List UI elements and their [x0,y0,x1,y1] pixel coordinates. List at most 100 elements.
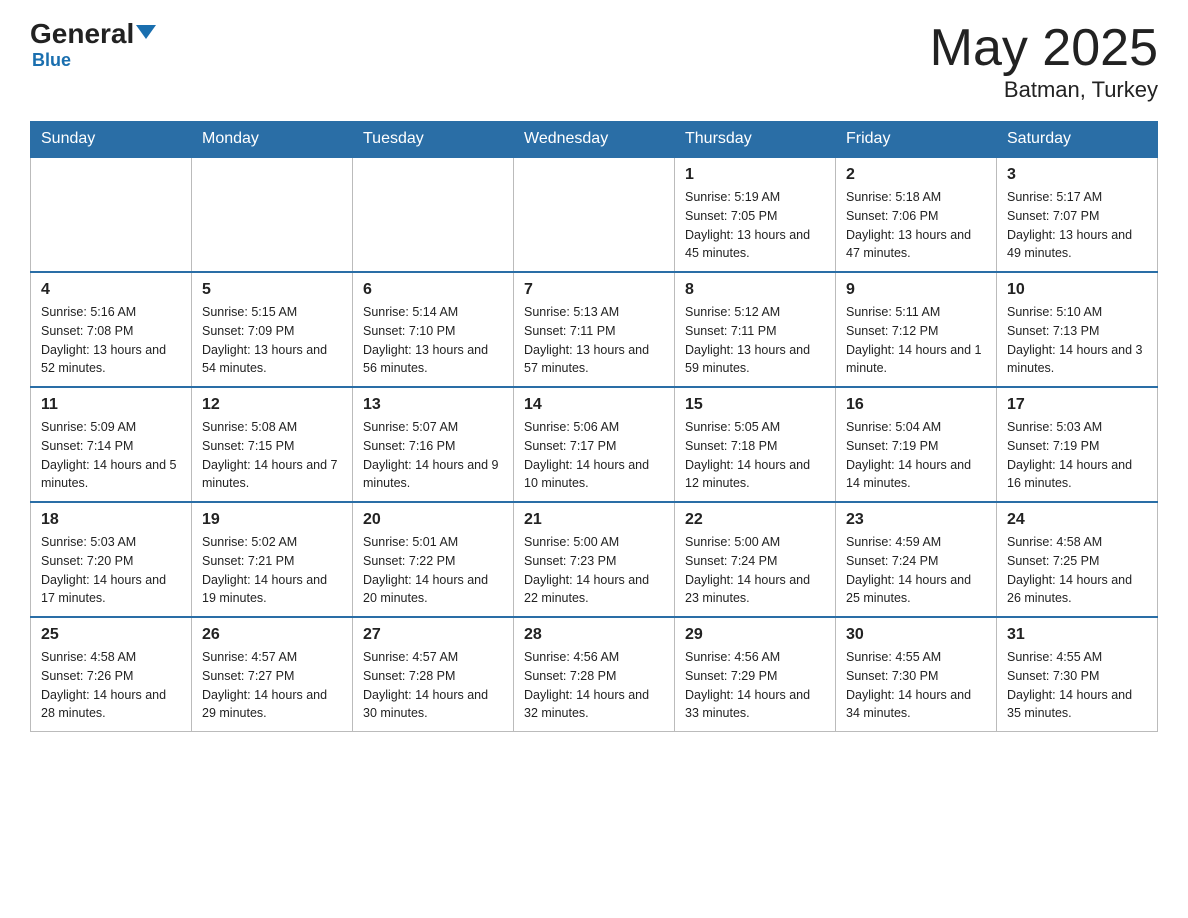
calendar-cell-5-4: 28 Sunrise: 4:56 AMSunset: 7:28 PMDayligh… [514,617,675,732]
day-number: 28 [524,626,664,644]
day-number: 6 [363,281,503,299]
calendar-cell-2-1: 4Sunrise: 5:16 AMSunset: 7:08 PMDaylight… [31,272,192,387]
day-number: 18 [41,511,181,529]
day-info: Sunrise: 4:57 AMSunset: 7:27 PMDaylight:… [202,648,342,723]
calendar-cell-1-6: 2 Sunrise: 5:18 AMSunset: 7:06 PMDaylight… [836,157,997,272]
day-number: 12 [202,396,342,414]
day-number: 27 [363,626,503,644]
day-number: 22 [685,511,825,529]
calendar-cell-4-3: 20 Sunrise: 5:01 AMSunset: 7:22 PMDayligh… [353,502,514,617]
calendar-cell-5-6: 30 Sunrise: 4:55 AMSunset: 7:30 PMDayligh… [836,617,997,732]
calendar-cell-3-1: 11 Sunrise: 5:09 AMSunset: 7:14 PMDayligh… [31,387,192,502]
day-info: Sunrise: 4:58 AMSunset: 7:26 PMDaylight:… [41,648,181,723]
day-info: Sunrise: 4:55 AMSunset: 7:30 PMDaylight:… [846,648,986,723]
day-number: 19 [202,511,342,529]
day-info: Sunrise: 5:12 AMSunset: 7:11 PMDaylight:… [685,303,825,378]
logo-triangle-icon [136,25,156,39]
day-info: Sunrise: 5:14 AMSunset: 7:10 PMDaylight:… [363,303,503,378]
calendar-cell-3-3: 13 Sunrise: 5:07 AMSunset: 7:16 PMDayligh… [353,387,514,502]
day-number: 13 [363,396,503,414]
day-number: 15 [685,396,825,414]
day-number: 2 [846,166,986,184]
calendar-cell-1-3 [353,157,514,272]
calendar-cell-4-6: 23 Sunrise: 4:59 AMSunset: 7:24 PMDayligh… [836,502,997,617]
location-title: Batman, Turkey [930,77,1158,103]
day-number: 21 [524,511,664,529]
header-saturday: Saturday [997,122,1158,158]
day-number: 17 [1007,396,1147,414]
calendar-table: SundayMondayTuesdayWednesdayThursdayFrid… [30,121,1158,732]
calendar-cell-2-4: 7 Sunrise: 5:13 AMSunset: 7:11 PMDaylight… [514,272,675,387]
day-number: 7 [524,281,664,299]
day-number: 16 [846,396,986,414]
day-number: 10 [1007,281,1147,299]
day-number: 30 [846,626,986,644]
calendar-cell-2-3: 6 Sunrise: 5:14 AMSunset: 7:10 PMDaylight… [353,272,514,387]
page-header: General Blue May 2025 Batman, Turkey [30,20,1158,103]
calendar-cell-5-7: 31 Sunrise: 4:55 AMSunset: 7:30 PMDayligh… [997,617,1158,732]
week-row-4: 18 Sunrise: 5:03 AMSunset: 7:20 PMDayligh… [31,502,1158,617]
day-info: Sunrise: 5:09 AMSunset: 7:14 PMDaylight:… [41,418,181,493]
calendar-cell-4-2: 19Sunrise: 5:02 AMSunset: 7:21 PMDayligh… [192,502,353,617]
week-row-1: 1Sunrise: 5:19 AMSunset: 7:05 PMDaylight… [31,157,1158,272]
calendar-title-area: May 2025 Batman, Turkey [930,20,1158,103]
day-number: 31 [1007,626,1147,644]
day-info: Sunrise: 5:01 AMSunset: 7:22 PMDaylight:… [363,533,503,608]
day-info: Sunrise: 5:03 AMSunset: 7:19 PMDaylight:… [1007,418,1147,493]
week-row-3: 11 Sunrise: 5:09 AMSunset: 7:14 PMDayligh… [31,387,1158,502]
day-number: 3 [1007,166,1147,184]
logo-general-blue: General [30,20,156,48]
calendar-cell-5-1: 25Sunrise: 4:58 AMSunset: 7:26 PMDayligh… [31,617,192,732]
day-info: Sunrise: 4:58 AMSunset: 7:25 PMDaylight:… [1007,533,1147,608]
calendar-cell-2-5: 8 Sunrise: 5:12 AMSunset: 7:11 PMDaylight… [675,272,836,387]
calendar-cell-3-5: 15Sunrise: 5:05 AMSunset: 7:18 PMDayligh… [675,387,836,502]
day-number: 29 [685,626,825,644]
day-info: Sunrise: 5:15 AMSunset: 7:09 PMDaylight:… [202,303,342,378]
calendar-cell-4-5: 22 Sunrise: 5:00 AMSunset: 7:24 PMDayligh… [675,502,836,617]
day-info: Sunrise: 5:10 AMSunset: 7:13 PMDaylight:… [1007,303,1147,378]
calendar-header-row: SundayMondayTuesdayWednesdayThursdayFrid… [31,122,1158,158]
logo-blue-text: Blue [32,50,71,71]
day-info: Sunrise: 5:00 AMSunset: 7:23 PMDaylight:… [524,533,664,608]
calendar-cell-1-1 [31,157,192,272]
day-number: 1 [685,166,825,184]
header-thursday: Thursday [675,122,836,158]
day-number: 5 [202,281,342,299]
logo-area: General Blue [30,20,156,71]
calendar-cell-3-4: 14Sunrise: 5:06 AMSunset: 7:17 PMDayligh… [514,387,675,502]
day-number: 11 [41,396,181,414]
header-friday: Friday [836,122,997,158]
day-number: 20 [363,511,503,529]
logo-general: General [30,18,134,49]
header-tuesday: Tuesday [353,122,514,158]
day-number: 8 [685,281,825,299]
day-info: Sunrise: 5:00 AMSunset: 7:24 PMDaylight:… [685,533,825,608]
day-number: 24 [1007,511,1147,529]
calendar-cell-4-7: 24 Sunrise: 4:58 AMSunset: 7:25 PMDayligh… [997,502,1158,617]
calendar-cell-3-2: 12 Sunrise: 5:08 AMSunset: 7:15 PMDayligh… [192,387,353,502]
month-title: May 2025 [930,20,1158,77]
day-info: Sunrise: 4:56 AMSunset: 7:28 PMDaylight:… [524,648,664,723]
day-info: Sunrise: 5:18 AMSunset: 7:06 PMDaylight:… [846,188,986,263]
day-number: 23 [846,511,986,529]
calendar-cell-2-2: 5 Sunrise: 5:15 AMSunset: 7:09 PMDaylight… [192,272,353,387]
day-info: Sunrise: 4:56 AMSunset: 7:29 PMDaylight:… [685,648,825,723]
day-info: Sunrise: 5:07 AMSunset: 7:16 PMDaylight:… [363,418,503,493]
day-info: Sunrise: 5:08 AMSunset: 7:15 PMDaylight:… [202,418,342,493]
day-info: Sunrise: 5:13 AMSunset: 7:11 PMDaylight:… [524,303,664,378]
day-info: Sunrise: 5:17 AMSunset: 7:07 PMDaylight:… [1007,188,1147,263]
calendar-cell-2-6: 9Sunrise: 5:11 AMSunset: 7:12 PMDaylight… [836,272,997,387]
day-info: Sunrise: 4:55 AMSunset: 7:30 PMDaylight:… [1007,648,1147,723]
calendar-cell-1-4 [514,157,675,272]
day-number: 9 [846,281,986,299]
calendar-cell-4-4: 21 Sunrise: 5:00 AMSunset: 7:23 PMDayligh… [514,502,675,617]
day-info: Sunrise: 4:57 AMSunset: 7:28 PMDaylight:… [363,648,503,723]
calendar-cell-3-6: 16Sunrise: 5:04 AMSunset: 7:19 PMDayligh… [836,387,997,502]
header-wednesday: Wednesday [514,122,675,158]
day-info: Sunrise: 5:03 AMSunset: 7:20 PMDaylight:… [41,533,181,608]
day-info: Sunrise: 5:06 AMSunset: 7:17 PMDaylight:… [524,418,664,493]
day-info: Sunrise: 4:59 AMSunset: 7:24 PMDaylight:… [846,533,986,608]
day-number: 26 [202,626,342,644]
week-row-2: 4Sunrise: 5:16 AMSunset: 7:08 PMDaylight… [31,272,1158,387]
calendar-cell-5-2: 26 Sunrise: 4:57 AMSunset: 7:27 PMDayligh… [192,617,353,732]
